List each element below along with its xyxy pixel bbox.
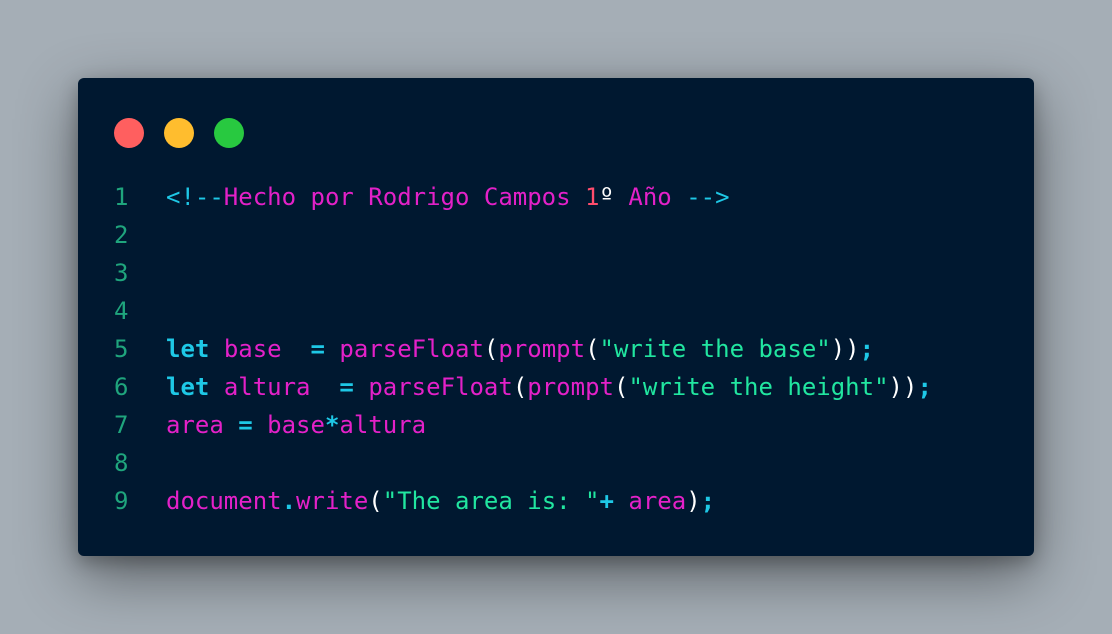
- code-line: 3: [114, 254, 932, 292]
- code-token: =: [339, 373, 354, 401]
- line-number: 6: [114, 373, 129, 401]
- code-token: parseFloat: [339, 335, 484, 363]
- code-token: )): [888, 373, 918, 401]
- code-line: 4: [114, 292, 932, 330]
- code-token: "write the height": [628, 373, 889, 401]
- line-number: 7: [114, 411, 129, 439]
- code-token: prompt: [527, 373, 614, 401]
- line-content: let altura = parseFloat(prompt("write th…: [166, 368, 932, 406]
- line-number: 2: [114, 221, 129, 249]
- code-token: altura: [339, 411, 427, 439]
- code-token: ;: [859, 335, 875, 363]
- code-token: .: [281, 487, 297, 515]
- code-editor: 1 <!--Hecho por Rodrigo Campos 1º Año -->…: [114, 178, 932, 520]
- code-line: 2: [114, 216, 932, 254]
- code-token: prompt: [498, 335, 586, 363]
- code-window: 1 <!--Hecho por Rodrigo Campos 1º Año -->…: [78, 78, 1034, 556]
- code-token: )): [830, 335, 860, 363]
- code-token: -->: [686, 183, 730, 211]
- code-token: (: [368, 487, 383, 515]
- code-token: base: [267, 411, 325, 439]
- code-token: ;: [700, 487, 716, 515]
- code-token: let: [166, 373, 210, 401]
- code-token: ;: [917, 373, 932, 401]
- line-number: 8: [114, 449, 129, 477]
- window-controls: [114, 118, 244, 148]
- code-line: 6 let altura = parseFloat(prompt("write t…: [114, 368, 932, 406]
- code-token: Hecho por Rodrigo Campos: [223, 183, 586, 211]
- code-line: 5 let base = parseFloat(prompt("write the…: [114, 330, 932, 368]
- line-number: 5: [114, 335, 129, 363]
- code-token: area: [166, 411, 224, 439]
- code-token: (: [512, 373, 528, 401]
- code-token: (: [613, 373, 629, 401]
- code-line: 8: [114, 444, 932, 482]
- code-token: write: [296, 487, 369, 515]
- code-token: let: [166, 335, 210, 363]
- code-line: 7 area = base*altura: [114, 406, 932, 444]
- code-token: (: [585, 335, 600, 363]
- code-token: "The area is: ": [382, 487, 600, 515]
- code-token: parseFloat: [368, 373, 513, 401]
- code-token: 1: [585, 183, 600, 211]
- close-dot-icon[interactable]: [114, 118, 144, 148]
- code-token: =: [310, 335, 325, 363]
- code-token: altura: [223, 373, 311, 401]
- line-content: area = base*altura: [166, 406, 426, 444]
- minimize-dot-icon[interactable]: [164, 118, 194, 148]
- code-token: +: [599, 487, 614, 515]
- line-number: 1: [114, 183, 129, 211]
- code-token: "write the base": [599, 335, 831, 363]
- code-token: area: [628, 487, 687, 515]
- code-token: document: [166, 487, 282, 515]
- code-token: =: [238, 411, 253, 439]
- code-line: 9 document.write("The area is: "+ area);: [114, 482, 932, 520]
- code-token: º: [599, 183, 614, 211]
- code-token: (: [483, 335, 499, 363]
- code-token: <!--: [166, 183, 224, 211]
- code-token: base: [223, 335, 282, 363]
- line-number: 4: [114, 297, 129, 325]
- code-token: *: [324, 411, 340, 439]
- line-content: document.write("The area is: "+ area);: [166, 482, 715, 520]
- code-token: Año: [613, 183, 687, 211]
- code-token: ): [686, 487, 701, 515]
- line-content: <!--Hecho por Rodrigo Campos 1º Año -->: [166, 178, 730, 216]
- line-content: let base = parseFloat(prompt("write the …: [166, 330, 874, 368]
- code-line: 1 <!--Hecho por Rodrigo Campos 1º Año -->: [114, 178, 932, 216]
- line-number: 3: [114, 259, 129, 287]
- maximize-dot-icon[interactable]: [214, 118, 244, 148]
- line-number: 9: [114, 487, 129, 515]
